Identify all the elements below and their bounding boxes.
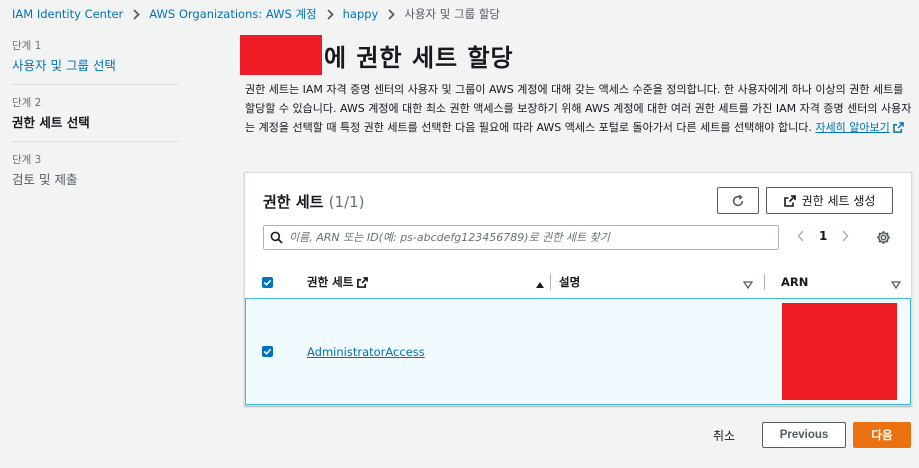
learn-more-link[interactable]: 자세히 알아보기 xyxy=(815,121,889,134)
chevron-right-icon xyxy=(317,7,343,21)
create-button-label: 권한 세트 생성 xyxy=(801,194,876,208)
column-header-description[interactable]: 설명 xyxy=(550,265,581,299)
chevron-right-icon[interactable] xyxy=(841,230,849,242)
column-divider[interactable] xyxy=(764,274,765,290)
breadcrumb-aws-organizations[interactable]: AWS Organizations: AWS 계정 xyxy=(149,6,316,22)
permission-set-link[interactable]: AdministratorAccess xyxy=(307,345,425,359)
cancel-button[interactable]: 취소 xyxy=(713,427,735,444)
page-description: 권한 세트는 IAM 자격 증명 센터의 사용자 및 그룹이 AWS 계정에 대… xyxy=(245,80,913,137)
page-number[interactable]: 1 xyxy=(819,229,827,243)
panel-title-text: 권한 세트 xyxy=(263,193,324,211)
panel-title: 권한 세트 (1/1) xyxy=(263,191,365,212)
selection-count: (1/1) xyxy=(328,193,365,211)
search-input[interactable] xyxy=(289,231,769,244)
step-link-select-users[interactable]: 사용자 및 그룹 선택 xyxy=(12,55,178,74)
refresh-icon xyxy=(732,194,744,206)
table-row[interactable]: AdministratorAccess xyxy=(245,298,911,405)
breadcrumb-happy[interactable]: happy xyxy=(343,7,379,21)
step-current-permission-sets: 권한 세트 선택 xyxy=(12,115,90,130)
create-permission-set-button[interactable]: 권한 세트 생성 xyxy=(766,187,893,214)
wizard-steps: 단계 1 사용자 및 그룹 선택 단계 2 권한 세트 선택 단계 3 검토 및… xyxy=(12,38,178,208)
column-label: 설명 xyxy=(559,275,581,289)
column-header-permission-set[interactable]: 권한 세트 xyxy=(307,265,369,299)
search-box xyxy=(263,225,779,250)
search-icon xyxy=(270,231,283,244)
description-text: 권한 세트는 IAM 자격 증명 센터의 사용자 및 그룹이 AWS 계정에 대… xyxy=(245,83,912,134)
step-number: 단계 1 xyxy=(12,40,42,52)
wizard-step-2: 단계 2 권한 세트 선택 xyxy=(12,95,178,142)
pagination: 1 xyxy=(797,229,849,243)
previous-button[interactable]: Previous xyxy=(762,422,846,448)
breadcrumb-iam-identity-center[interactable]: IAM Identity Center xyxy=(12,7,123,21)
select-all-checkbox[interactable] xyxy=(262,265,273,299)
redacted-account-name xyxy=(240,35,322,75)
step-number: 단계 2 xyxy=(12,97,42,109)
sort-icon[interactable] xyxy=(890,278,902,292)
row-checkbox[interactable] xyxy=(262,346,273,357)
page-title: 에 권한 세트 할당 xyxy=(324,44,514,72)
chevron-left-icon[interactable] xyxy=(797,230,805,242)
permission-sets-panel: 권한 세트 (1/1) 권한 세트 생성 1 권한 세트 설명 AR xyxy=(244,172,912,406)
checkbox-checked-icon xyxy=(262,276,273,288)
sort-icon[interactable] xyxy=(742,278,754,292)
chevron-right-icon xyxy=(378,7,404,21)
gear-icon[interactable] xyxy=(876,230,891,245)
sort-ascending-icon[interactable] xyxy=(535,278,545,292)
redacted-arn xyxy=(782,303,897,400)
external-link-icon xyxy=(783,194,796,207)
breadcrumb-current: 사용자 및 그룹 할당 xyxy=(404,7,500,21)
external-link-icon xyxy=(892,122,904,133)
column-divider[interactable] xyxy=(550,274,551,290)
column-label: 권한 세트 xyxy=(307,275,354,289)
step-review-submit: 검토 및 제출 xyxy=(12,172,78,187)
step-number: 단계 3 xyxy=(12,154,42,166)
breadcrumb: IAM Identity Center AWS Organizations: A… xyxy=(12,6,500,22)
wizard-step-3: 단계 3 검토 및 제출 xyxy=(12,152,178,198)
column-header-arn[interactable]: ARN xyxy=(764,265,809,299)
chevron-right-icon xyxy=(123,7,149,21)
table-header: 권한 세트 설명 ARN xyxy=(245,265,911,299)
refresh-button[interactable] xyxy=(717,187,759,214)
column-label: ARN xyxy=(781,275,809,289)
external-link-icon xyxy=(357,276,369,288)
next-button[interactable]: 다음 xyxy=(853,422,911,448)
wizard-step-1: 단계 1 사용자 및 그룹 선택 xyxy=(12,38,178,85)
checkmark-icon xyxy=(263,348,272,355)
